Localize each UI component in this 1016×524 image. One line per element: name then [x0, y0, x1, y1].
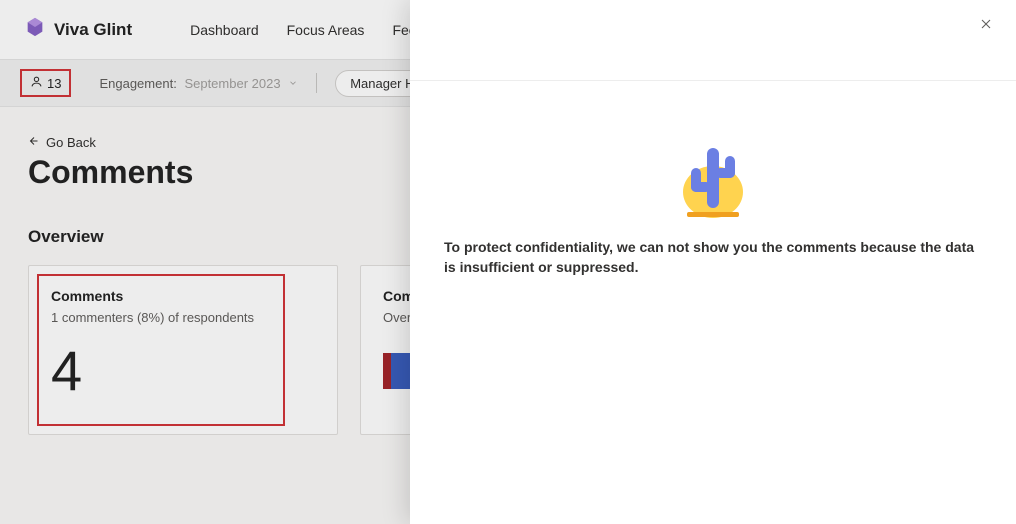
- nav-focus-areas[interactable]: Focus Areas: [287, 22, 365, 38]
- filter-divider: [316, 73, 317, 93]
- respondents-count: 13: [47, 76, 61, 91]
- card-comments[interactable]: Comments 1 commenters (8%) of respondent…: [28, 265, 338, 435]
- person-icon: [30, 75, 43, 91]
- confidentiality-panel: To protect confidentiality, we can not s…: [410, 0, 1016, 524]
- brand-name: Viva Glint: [54, 20, 132, 40]
- arrow-left-icon: [28, 135, 40, 150]
- card-comments-subtitle: 1 commenters (8%) of respondents: [51, 310, 315, 325]
- respondents-chip[interactable]: 13: [20, 69, 71, 97]
- brand[interactable]: Viva Glint: [24, 16, 132, 43]
- nav-links: Dashboard Focus Areas Feed: [190, 22, 424, 38]
- engagement-filter[interactable]: Engagement: September 2023: [99, 76, 298, 91]
- card-comments-title: Comments: [51, 288, 315, 304]
- card-comments-value: 4: [51, 343, 315, 399]
- confidentiality-message: To protect confidentiality, we can not s…: [444, 238, 982, 277]
- brand-logo-icon: [24, 16, 46, 43]
- panel-divider: [410, 80, 1016, 81]
- go-back-label: Go Back: [46, 135, 96, 150]
- engagement-period: September 2023: [184, 76, 280, 91]
- nav-dashboard[interactable]: Dashboard: [190, 22, 259, 38]
- close-icon[interactable]: [978, 16, 994, 37]
- chevron-down-icon: [288, 76, 298, 91]
- engagement-label: Engagement:: [99, 76, 176, 91]
- cactus-illustration-icon: [663, 130, 763, 220]
